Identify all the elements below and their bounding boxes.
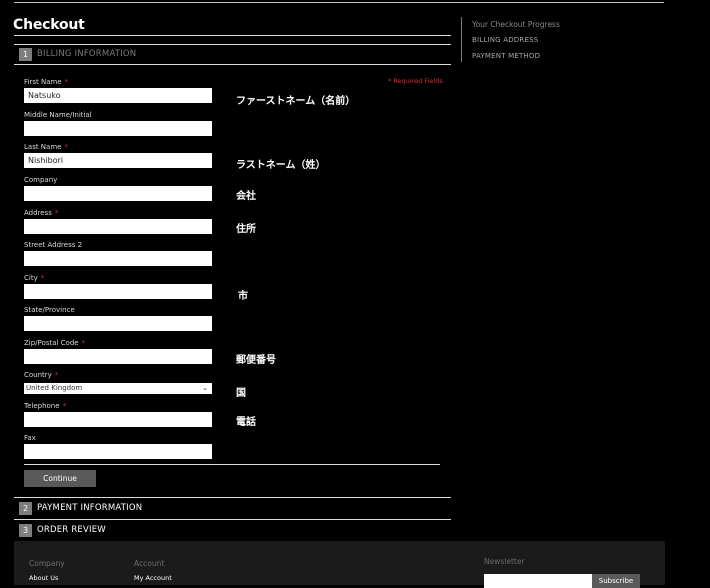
street-address-2-label: Street Address 2 [24, 241, 83, 249]
section-3-title[interactable]: ORDER REVIEW [37, 525, 106, 535]
progress-item-billing-address: BILLING ADDRESS [472, 36, 539, 44]
first-name-input[interactable]: Natsuko [24, 88, 212, 103]
country-label: Country * [24, 371, 59, 379]
continue-button[interactable]: Continue [24, 470, 96, 487]
section-1-top-rule [14, 44, 451, 45]
company-input[interactable] [24, 186, 212, 201]
newsletter-email-input[interactable] [484, 574, 592, 588]
sidebar-divider [461, 17, 462, 62]
title-underline [14, 35, 451, 36]
zip-input[interactable] [24, 349, 212, 364]
last-name-label: Last Name * [24, 143, 68, 151]
first-name-annotation: ファーストネーム（名前） [236, 96, 356, 107]
address-label: Address * [24, 209, 59, 217]
address-input[interactable] [24, 219, 212, 234]
section-1-number: 1 [19, 48, 32, 61]
city-input[interactable] [24, 284, 212, 299]
city-annotation: 市 [238, 291, 248, 302]
footer-company-heading: Company [29, 559, 65, 568]
section-2-title[interactable]: PAYMENT INFORMATION [37, 503, 142, 513]
footer-link-about-us[interactable]: About Us [29, 574, 58, 582]
street-address-2-input[interactable] [24, 251, 212, 266]
city-label: City * [24, 274, 45, 282]
section-1-title[interactable]: BILLING INFORMATION [37, 49, 136, 59]
telephone-annotation: 電話 [236, 417, 256, 428]
company-annotation: 会社 [236, 191, 256, 202]
middle-name-input[interactable] [24, 121, 212, 136]
section-1-bottom-rule [14, 64, 451, 65]
last-name-annotation: ラストネーム（姓） [236, 160, 326, 171]
section-2-number: 2 [19, 502, 32, 515]
fax-label: Fax [24, 434, 36, 442]
country-select[interactable]: United Kingdom ⌄ [24, 383, 212, 394]
section-2-top-rule [14, 497, 451, 498]
subscribe-button[interactable]: Subscribe [592, 574, 640, 588]
progress-item-payment-method: PAYMENT METHOD [472, 52, 541, 60]
zip-label: Zip/Postal Code * [24, 339, 86, 347]
footer-link-my-account[interactable]: My Account [134, 574, 172, 582]
telephone-label: Telephone * [24, 402, 67, 410]
chevron-down-icon: ⌄ [202, 384, 208, 392]
required-fields-note: * Required Fields [388, 77, 443, 85]
zip-annotation: 郵便番号 [236, 355, 276, 366]
section-3-top-rule [14, 519, 451, 520]
country-annotation: 国 [236, 388, 246, 399]
section-3-number: 3 [19, 524, 32, 537]
checkout-progress-title: Your Checkout Progress [472, 20, 560, 29]
middle-name-label: Middle Name/Initial [24, 111, 92, 119]
page-title: Checkout [13, 17, 85, 33]
address-annotation: 住所 [236, 224, 256, 235]
company-label: Company [24, 176, 58, 184]
top-divider [14, 2, 664, 3]
form-bottom-rule [24, 464, 440, 465]
last-name-input[interactable]: Nishibori [24, 153, 212, 168]
telephone-input[interactable] [24, 412, 212, 427]
state-input[interactable] [24, 316, 212, 331]
first-name-label: First Name * [24, 78, 69, 86]
footer-newsletter-heading: Newsletter [484, 557, 525, 566]
country-select-value: United Kingdom [26, 384, 83, 392]
state-label: State/Province [24, 306, 75, 314]
fax-input[interactable] [24, 444, 212, 459]
footer-account-heading: Account [134, 559, 165, 568]
